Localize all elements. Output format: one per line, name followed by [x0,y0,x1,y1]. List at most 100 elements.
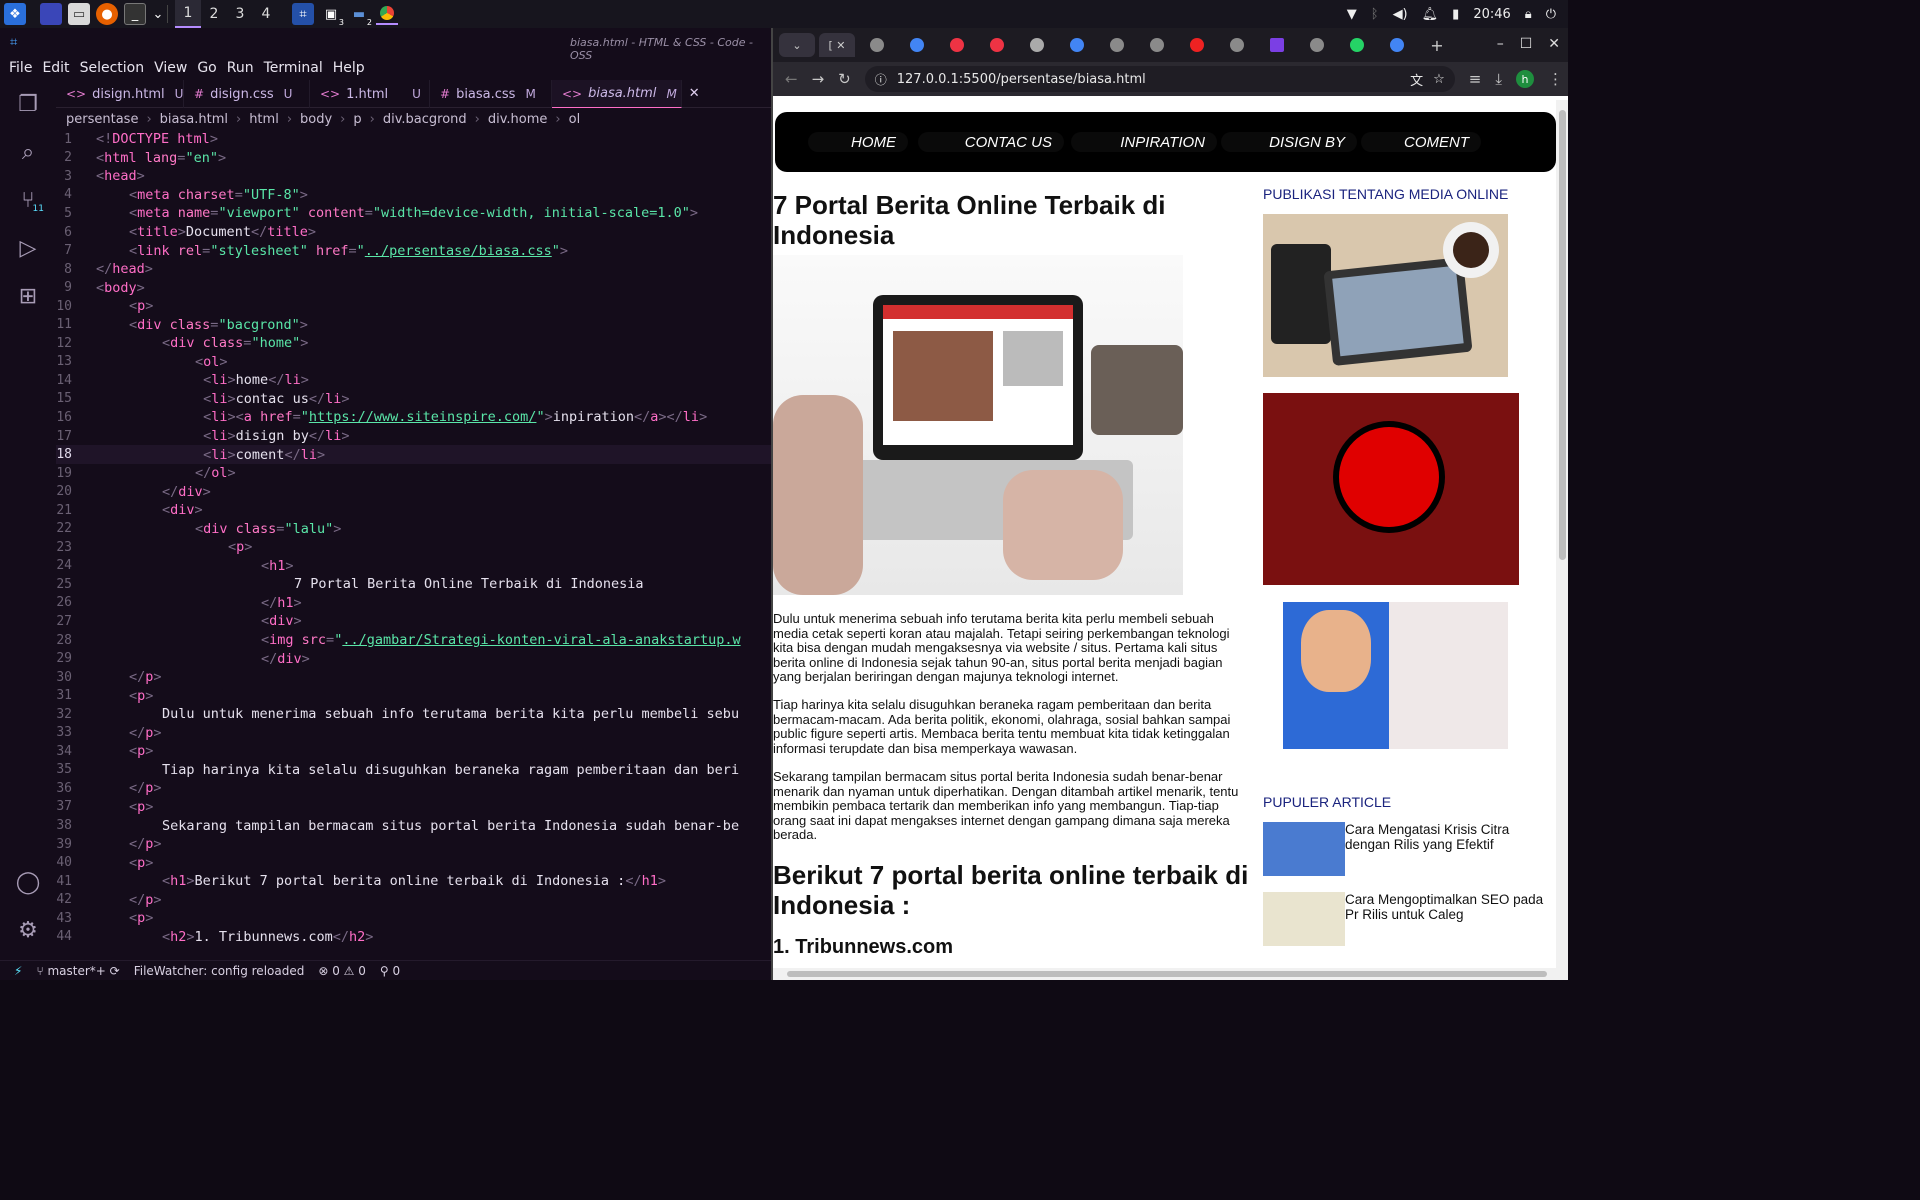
nav-home[interactable]: HOME [808,132,908,152]
code-line[interactable]: 44 <h2>1. Tribunnews.com</h2> [56,928,771,947]
code-line[interactable]: 38 Sekarang tampilan bermacam situs porta… [56,816,771,835]
breadcrumb-item[interactable]: body [300,112,332,127]
workspace-4[interactable]: 4 [253,0,279,28]
translate-icon[interactable]: 文 [1410,70,1423,89]
browser-tab[interactable] [1299,33,1335,57]
browser-tab[interactable] [939,33,975,57]
accounts-icon[interactable]: ◯ [0,858,56,906]
profile-avatar[interactable]: h [1515,70,1534,88]
run-debug-icon[interactable]: ▷ [0,224,56,272]
browser-tab[interactable] [1139,33,1175,57]
code-line[interactable]: 27 <div> [56,612,771,631]
forward-icon[interactable]: → [812,70,825,88]
code-line[interactable]: 34 <p> [56,742,771,761]
code-line[interactable]: 31 <p> [56,686,771,705]
code-line[interactable]: 37 <p> [56,798,771,817]
menu-view[interactable]: View [149,60,192,76]
browser-tab-active[interactable]: [ ✕ [819,33,855,57]
list-item[interactable]: Cara Mengoptimalkan SEO pada Pr Rilis un… [1263,892,1555,946]
code-line[interactable]: 14 <li>home</li> [56,371,771,390]
menu-go[interactable]: Go [192,60,221,76]
code-line[interactable]: 11 <div class="bacgrond"> [56,315,771,334]
code-line[interactable]: 25 7 Portal Berita Online Terbaik di Indo… [56,575,771,594]
menu-edit[interactable]: Edit [37,60,74,76]
code-line[interactable]: 9 <body> [56,278,771,297]
source-control-icon[interactable]: ⑂ 11 [0,176,56,224]
lock-icon[interactable]: 🔒︎ [1525,7,1532,22]
bluetooth-icon[interactable]: ᛒ [1371,7,1379,22]
workspace-2[interactable]: 2 [201,0,227,28]
ports-indicator[interactable]: ⚲ 0 [380,964,400,978]
code-line[interactable]: 21 <div> [56,501,771,520]
nav-inspiration[interactable]: INPIRATION [1071,132,1217,152]
menu-run[interactable]: Run [222,60,259,76]
tab-1-html[interactable]: <> 1.html U [310,80,430,108]
bookmark-star-icon[interactable]: ☆ [1433,72,1445,87]
code-line[interactable]: 15 <li>contac us</li> [56,390,771,409]
problems-indicator[interactable]: ⊗ 0 ⚠ 0 [318,964,366,978]
code-line[interactable]: 26 </h1> [56,594,771,613]
code-editor[interactable]: 1 <!DOCTYPE html> 2 <html lang="en"> 3 <head>… [56,130,771,960]
reload-icon[interactable]: ↻ [838,70,851,88]
chevron-down-icon[interactable]: ⌄ [152,3,164,25]
code-line[interactable]: 39 </p> [56,835,771,854]
breadcrumb-item[interactable]: ol [569,112,581,127]
workspace-3[interactable]: 3 [227,0,253,28]
code-line[interactable]: 16 <li><a href="https://www.siteinspire.… [56,408,771,427]
article-title[interactable]: Cara Mengatasi Krisis Citra dengan Rilis… [1345,822,1555,876]
volume-icon[interactable]: ◀) [1393,7,1408,22]
firefox-icon[interactable]: ● [96,3,118,25]
browser-tab[interactable] [1099,33,1135,57]
code-line[interactable]: 32 Dulu untuk menerima sebuah info teruta… [56,705,771,724]
tab-biasa-html[interactable]: <> biasa.html M ✕ [552,80,700,108]
breadcrumb-item[interactable]: div.home [488,112,548,127]
menu-help[interactable]: Help [328,60,370,76]
code-line[interactable]: 43 <p> [56,909,771,928]
nav-comment[interactable]: COMENT [1361,132,1481,152]
code-line[interactable]: 13 <ol> [56,353,771,372]
explorer-icon[interactable]: ❐ [0,80,56,128]
nav-design-by[interactable]: DISIGN BY [1221,132,1357,152]
chrome-window-icon[interactable] [376,3,398,25]
code-line[interactable]: 6 <title>Document</title> [56,223,771,242]
breadcrumb-item[interactable]: html [249,112,279,127]
code-line[interactable]: 42 </p> [56,890,771,909]
code-line[interactable]: 19 </ol> [56,464,771,483]
desktop-icon[interactable] [40,3,62,25]
breadcrumb-item[interactable]: biasa.html [160,112,228,127]
browser-tab[interactable] [1059,33,1095,57]
tab-biasa-css[interactable]: # biasa.css M [430,80,552,108]
code-line[interactable]: 24 <h1> [56,557,771,576]
address-bar[interactable]: ⓘ 127.0.0.1:5500/persentase/biasa.html 文… [864,66,1455,92]
vscode-window-icon[interactable]: ⌗ [292,3,314,25]
code-line[interactable]: 35 Tiap harinya kita selalu disuguhkan be… [56,761,771,780]
code-line[interactable]: 23 <p> [56,538,771,557]
code-line[interactable]: 17 <li>disign by</li> [56,427,771,446]
back-icon[interactable]: ← [785,70,798,88]
code-line[interactable]: 36 </p> [56,779,771,798]
browser-tab[interactable] [859,33,895,57]
code-line[interactable]: 28 <img src="../gambar/Strategi-konten-vi… [56,631,771,650]
browser-tab[interactable] [1019,33,1055,57]
minimize-icon[interactable]: – [1497,36,1504,52]
code-line[interactable]: 20 </div> [56,482,771,501]
menu-file[interactable]: File [4,60,37,76]
close-window-icon[interactable]: ✕ [1548,36,1560,52]
terminal-window-icon[interactable]: ▣ 3 [320,3,344,28]
code-line[interactable]: 8 </head> [56,260,771,279]
article-title[interactable]: Cara Mengoptimalkan SEO pada Pr Rilis un… [1345,892,1555,946]
network-icon[interactable]: ▼ [1347,7,1357,22]
close-icon[interactable]: ✕ [689,86,700,101]
branch-indicator[interactable]: ⑂ master*+ ⟳ [36,964,119,978]
nav-contact[interactable]: CONTAC US [918,132,1064,152]
extensions-icon[interactable]: ⊞ [0,272,56,320]
code-line[interactable]: 41 <h1>Berikut 7 portal berita online ter… [56,872,771,891]
power-icon[interactable]: ⏻ [1546,7,1556,22]
code-line[interactable]: 30 </p> [56,668,771,687]
horizontal-scrollbar[interactable] [773,968,1568,980]
folder-window-icon[interactable]: ▬ 2 [348,3,372,28]
vertical-scrollbar[interactable] [1556,100,1568,968]
settings-gear-icon[interactable]: ⚙ [0,906,56,954]
app-launcher-icon[interactable]: ❖ [4,3,26,25]
breadcrumb-item[interactable]: div.bacgrond [383,112,467,127]
